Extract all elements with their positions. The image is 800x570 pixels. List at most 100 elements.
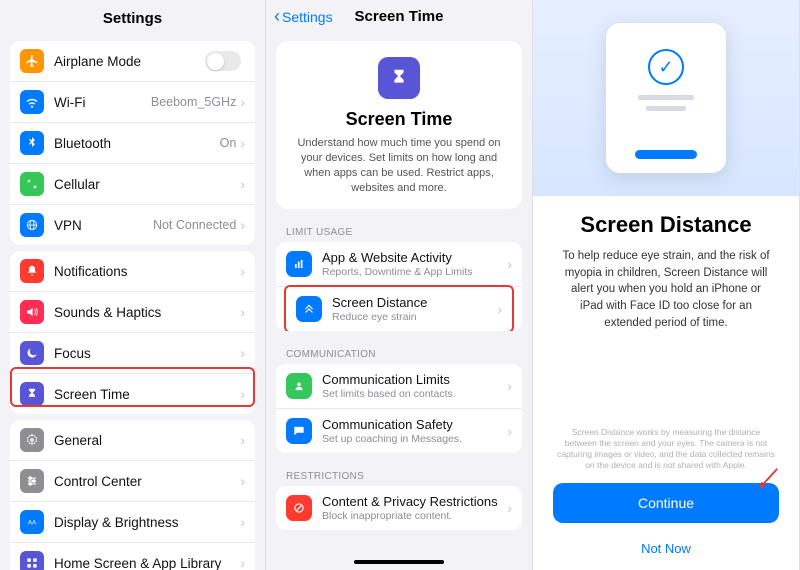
row-screen-time[interactable]: Screen Time › <box>10 374 255 414</box>
chevron-right-icon: › <box>240 176 245 192</box>
bluetooth-icon <box>20 131 44 155</box>
row-title: Communication Limits <box>322 372 507 387</box>
row-focus[interactable]: Focus › <box>10 333 255 374</box>
row-sounds[interactable]: Sounds & Haptics › <box>10 292 255 333</box>
group-limit-usage: App & Website Activity Reports, Downtime… <box>276 242 522 331</box>
row-vpn[interactable]: VPN Not Connected › <box>10 205 255 245</box>
row-subtitle: Reduce eye strain <box>332 311 497 323</box>
onboarding-description: To help reduce eye strain, and the risk … <box>553 248 779 331</box>
sun-icon: AA <box>20 510 44 534</box>
button-label: Continue <box>638 495 694 511</box>
screen-time-panel: ‹ Settings Screen Time Screen Time Under… <box>266 0 533 570</box>
hourglass-icon <box>378 57 420 99</box>
row-notifications[interactable]: Notifications › <box>10 251 255 292</box>
row-label: VPN <box>54 218 153 233</box>
row-label: Airplane Mode <box>54 54 205 69</box>
settings-title: Settings <box>0 0 265 35</box>
row-title: App & Website Activity <box>322 250 507 265</box>
chevron-right-icon: › <box>240 217 245 233</box>
speaker-icon <box>20 300 44 324</box>
chevron-right-icon: › <box>507 256 512 272</box>
bell-icon <box>20 259 44 283</box>
row-home-screen[interactable]: Home Screen & App Library › <box>10 543 255 570</box>
settings-group-network: Airplane Mode Wi-Fi Beebom_5GHz › Blueto… <box>10 41 255 245</box>
mock-line <box>638 95 694 100</box>
hero-illustration: ✓ <box>533 0 799 196</box>
chevron-right-icon: › <box>507 423 512 439</box>
chevron-right-icon: › <box>507 378 512 394</box>
airplane-icon <box>20 49 44 73</box>
hero-card: Screen Time Understand how much time you… <box>276 41 522 209</box>
row-title: Communication Safety <box>322 417 507 432</box>
settings-group-notifications: Notifications › Sounds & Haptics › Focus… <box>10 251 255 414</box>
chevron-right-icon: › <box>240 432 245 448</box>
nosign-icon <box>286 495 312 521</box>
button-label: Not Now <box>641 541 691 556</box>
row-bluetooth[interactable]: Bluetooth On › <box>10 123 255 164</box>
chevron-right-icon: › <box>507 500 512 516</box>
chevron-right-icon: › <box>240 386 245 402</box>
mock-line <box>646 106 686 111</box>
row-control-center[interactable]: Control Center › <box>10 461 255 502</box>
row-subtitle: Reports, Downtime & App Limits <box>322 266 507 278</box>
not-now-button[interactable]: Not Now <box>553 533 779 564</box>
screen-distance-onboarding: ✓ Screen Distance To help reduce eye str… <box>533 0 800 570</box>
chevron-right-icon: › <box>240 135 245 151</box>
chevron-right-icon: › <box>240 263 245 279</box>
row-value: Not Connected <box>153 218 236 232</box>
settings-panel: Settings Airplane Mode Wi-Fi Beebom_5GHz… <box>0 0 266 570</box>
person-circle-icon <box>286 373 312 399</box>
row-label: Notifications <box>54 264 240 279</box>
svg-text:AA: AA <box>28 519 37 526</box>
row-cellular[interactable]: Cellular › <box>10 164 255 205</box>
row-restrictions[interactable]: Content & Privacy Restrictions Block ina… <box>276 486 522 530</box>
group-communication: Communication Limits Set limits based on… <box>276 364 522 453</box>
row-comm-safety[interactable]: Communication Safety Set up coaching in … <box>276 409 522 453</box>
row-label: Control Center <box>54 474 240 489</box>
row-subtitle: Block inappropriate content. <box>322 510 507 522</box>
section-header-limit: LIMIT USAGE <box>266 215 532 242</box>
row-label: Display & Brightness <box>54 515 240 530</box>
row-comm-limits[interactable]: Communication Limits Set limits based on… <box>276 364 522 409</box>
row-label: Focus <box>54 346 240 361</box>
grid-icon <box>20 551 44 570</box>
gear-icon <box>20 428 44 452</box>
hourglass-icon <box>20 382 44 406</box>
chevron-right-icon: › <box>497 301 502 317</box>
onboarding-title: Screen Distance <box>553 212 779 238</box>
row-display[interactable]: AA Display & Brightness › <box>10 502 255 543</box>
hero-title: Screen Time <box>290 109 508 130</box>
home-indicator[interactable] <box>354 560 444 564</box>
row-screen-distance[interactable]: Screen Distance Reduce eye strain › <box>286 287 512 331</box>
row-general[interactable]: General › <box>10 420 255 461</box>
row-value: Beebom_5GHz <box>151 95 236 109</box>
back-label: Settings <box>282 9 333 25</box>
chevron-right-icon: › <box>240 94 245 110</box>
message-icon <box>286 418 312 444</box>
row-label: Bluetooth <box>54 136 220 151</box>
wifi-icon <box>20 90 44 114</box>
group-restrictions: Content & Privacy Restrictions Block ina… <box>276 486 522 530</box>
row-subtitle: Set up coaching in Messages. <box>322 433 507 445</box>
chevron-right-icon: › <box>240 345 245 361</box>
chevron-right-icon: › <box>240 555 245 570</box>
row-label: Screen Time <box>54 387 240 402</box>
vpn-icon <box>20 213 44 237</box>
highlight-screen-distance: Screen Distance Reduce eye strain › <box>284 285 514 331</box>
airplane-toggle[interactable] <box>205 51 241 71</box>
row-airplane-mode[interactable]: Airplane Mode <box>10 41 255 82</box>
section-header-restrictions: RESTRICTIONS <box>266 459 532 486</box>
chart-icon <box>286 251 312 277</box>
chevron-right-icon: › <box>240 473 245 489</box>
row-app-activity[interactable]: App & Website Activity Reports, Downtime… <box>276 242 522 287</box>
hero-description: Understand how much time you spend on yo… <box>290 136 508 195</box>
section-header-communication: COMMUNICATION <box>266 337 532 364</box>
settings-group-general: General › Control Center › AA Display & … <box>10 420 255 570</box>
continue-button[interactable]: Continue <box>553 483 779 523</box>
moon-icon <box>20 341 44 365</box>
back-button[interactable]: ‹ Settings <box>274 6 333 27</box>
onboarding-body: Screen Distance To help reduce eye strai… <box>533 196 799 570</box>
mock-button <box>635 150 697 159</box>
row-wifi[interactable]: Wi-Fi Beebom_5GHz › <box>10 82 255 123</box>
phone-mockup: ✓ <box>606 23 726 173</box>
